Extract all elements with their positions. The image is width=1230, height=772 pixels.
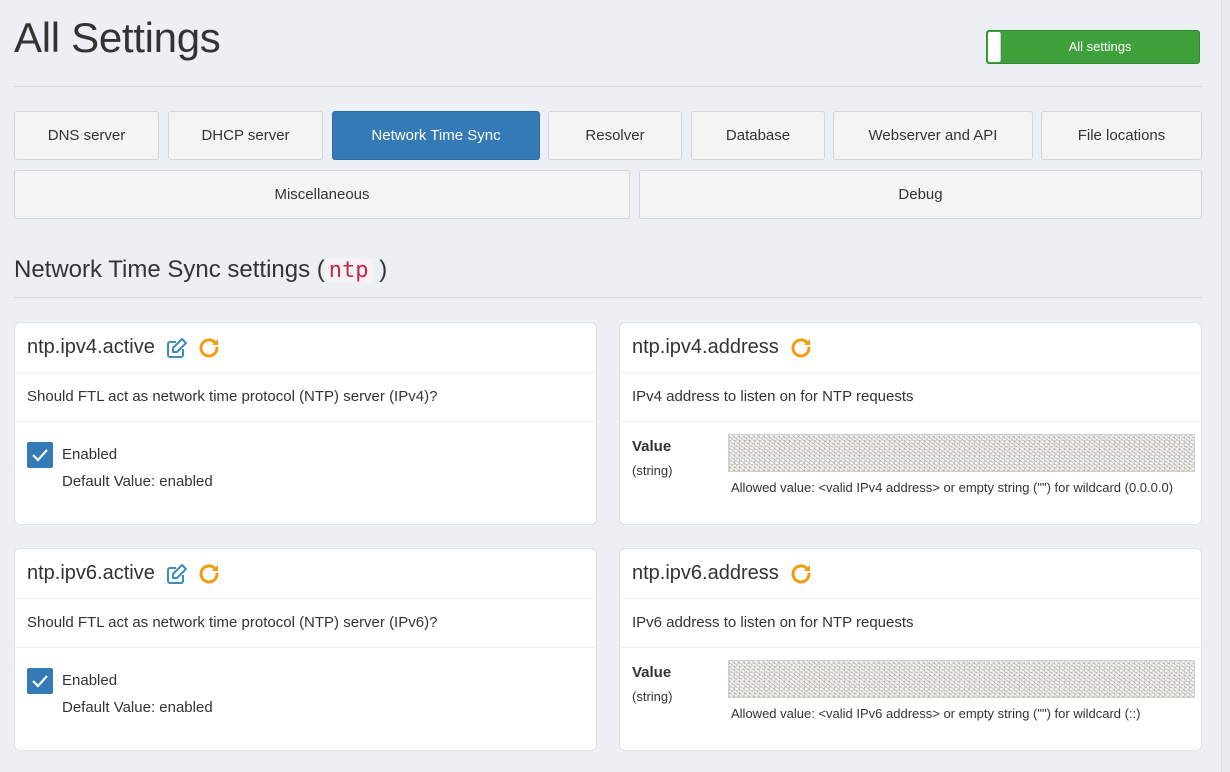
scrollbar[interactable] <box>1221 0 1230 772</box>
reset-icon[interactable] <box>197 562 221 586</box>
value-label: Value <box>632 438 672 455</box>
value-type: (string) <box>632 689 673 704</box>
ipv4-address-input[interactable] <box>728 434 1195 472</box>
ipv6-address-input[interactable] <box>728 660 1195 698</box>
setting-description: IPv4 address to listen on for NTP reques… <box>620 373 1201 422</box>
edit-icon[interactable] <box>165 336 189 360</box>
section-title: Network Time Sync settings (ntp ) <box>14 256 387 284</box>
enabled-checkbox[interactable] <box>27 668 53 694</box>
setting-key: ntp.ipv4.address <box>632 336 779 358</box>
card-header: ntp.ipv6.active <box>15 549 596 599</box>
setting-card-ntp-ipv4-address: ntp.ipv4.address IPv4 address to listen … <box>619 322 1202 525</box>
enabled-label: Enabled <box>62 446 118 463</box>
page-title: All Settings <box>14 14 221 61</box>
setting-card-ntp-ipv6-active: ntp.ipv6.active Should FTL act as networ… <box>14 548 597 751</box>
setting-key: ntp.ipv4.active <box>27 336 155 358</box>
setting-card-ntp-ipv6-address: ntp.ipv6.address IPv6 address to listen … <box>619 548 1202 751</box>
value-type: (string) <box>632 463 673 478</box>
card-header: ntp.ipv4.active <box>15 323 596 373</box>
tab-database[interactable]: Database <box>691 111 825 160</box>
value-label: Value <box>632 664 672 681</box>
section-divider <box>14 297 1202 298</box>
setting-key: ntp.ipv6.address <box>632 562 779 584</box>
tab-webserver-and-api[interactable]: Webserver and API <box>833 111 1033 160</box>
tab-resolver[interactable]: Resolver <box>548 111 682 160</box>
allowed-value-help: Allowed value: <valid IPv4 address> or e… <box>731 480 1174 495</box>
toggle-knob[interactable] <box>988 32 1001 62</box>
setting-description: Should FTL act as network time protocol … <box>15 599 596 648</box>
card-body: Enabled Default Value: enabled <box>15 422 596 524</box>
card-header: ntp.ipv4.address <box>620 323 1201 373</box>
enabled-checkbox[interactable] <box>27 442 53 468</box>
all-settings-toggle[interactable]: All settings <box>986 30 1200 64</box>
setting-description: Should FTL act as network time protocol … <box>15 373 596 422</box>
tab-debug[interactable]: Debug <box>639 170 1202 219</box>
section-title-suffix: ) <box>379 256 388 283</box>
tab-miscellaneous[interactable]: Miscellaneous <box>14 170 630 219</box>
section-title-prefix: Network Time Sync settings ( <box>14 256 325 283</box>
edit-icon[interactable] <box>165 562 189 586</box>
card-body: Enabled Default Value: enabled <box>15 648 596 750</box>
card-header: ntp.ipv6.address <box>620 549 1201 599</box>
card-body: Value (string) Allowed value: <valid IPv… <box>620 422 1201 524</box>
default-value-text: Default Value: enabled <box>62 699 213 716</box>
allowed-value-help: Allowed value: <valid IPv6 address> or e… <box>731 706 1141 721</box>
tab-dns-server[interactable]: DNS server <box>14 111 159 160</box>
reset-icon[interactable] <box>789 562 813 586</box>
section-code: ntp <box>324 258 373 283</box>
default-value-text: Default Value: enabled <box>62 473 213 490</box>
tab-file-locations[interactable]: File locations <box>1041 111 1202 160</box>
header-divider <box>14 86 1202 87</box>
tab-dhcp-server[interactable]: DHCP server <box>168 111 323 160</box>
reset-icon[interactable] <box>197 336 221 360</box>
enabled-label: Enabled <box>62 672 118 689</box>
toggle-label: All settings <box>1068 39 1132 54</box>
setting-description: IPv6 address to listen on for NTP reques… <box>620 599 1201 648</box>
setting-key: ntp.ipv6.active <box>27 562 155 584</box>
card-body: Value (string) Allowed value: <valid IPv… <box>620 648 1201 750</box>
tab-network-time-sync[interactable]: Network Time Sync <box>332 111 540 160</box>
setting-card-ntp-ipv4-active: ntp.ipv4.active Should FTL act as networ… <box>14 322 597 525</box>
reset-icon[interactable] <box>789 336 813 360</box>
